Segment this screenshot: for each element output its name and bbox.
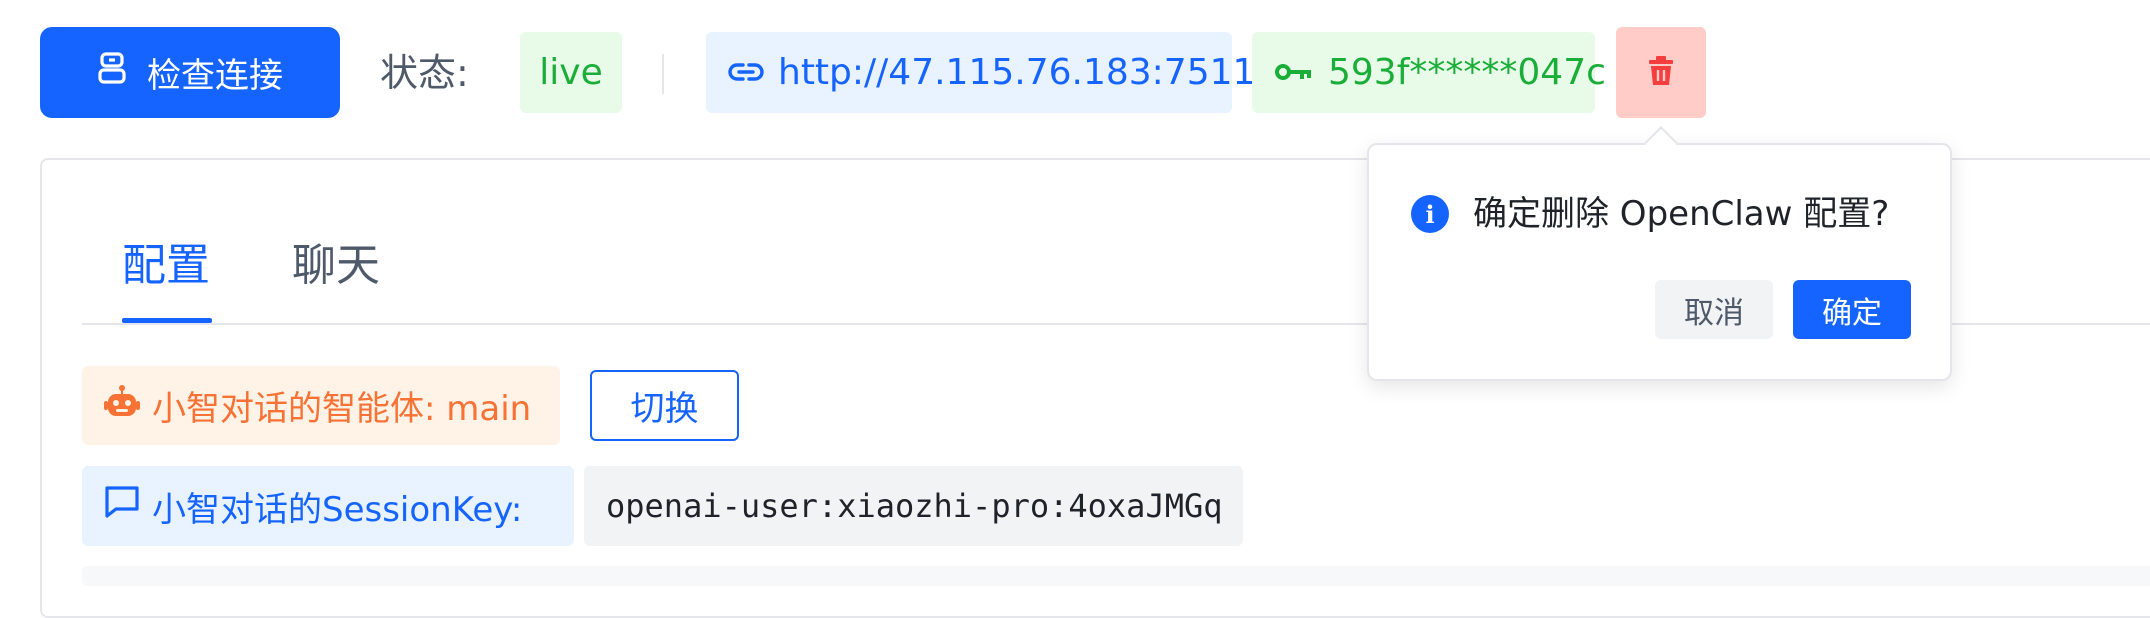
url-tag: http://47.115.76.183:7511 — [706, 32, 1255, 113]
key-text: 593f******047c — [1328, 52, 1606, 93]
session-key-tag: 小智对话的SessionKey: — [82, 466, 574, 546]
tab-config[interactable]: 配置 — [122, 236, 210, 296]
info-icon: i — [1411, 195, 1449, 233]
switch-label: 切换 — [630, 389, 699, 429]
delete-button[interactable] — [1616, 27, 1706, 118]
agent-label: 小智对话的智能体: main — [152, 389, 532, 429]
popconfirm-message: 确定删除 OpenClaw 配置? — [1473, 194, 1890, 234]
link-icon — [728, 52, 764, 93]
session-key-label: 小智对话的SessionKey: — [152, 489, 523, 530]
content-panel-top — [82, 566, 2150, 586]
toolbar-divider — [662, 54, 664, 94]
robot-icon — [97, 51, 127, 94]
switch-agent-button[interactable]: 切换 — [590, 370, 739, 441]
key-tag: 593f******047c — [1252, 32, 1606, 113]
agent-tag: 小智对话的智能体: main — [82, 366, 560, 445]
check-connection-button[interactable]: 检查连接 — [40, 27, 340, 118]
delete-popconfirm: i 确定删除 OpenClaw 配置? 取消 确定 — [1367, 143, 1952, 381]
status-label: 状态: — [380, 51, 469, 95]
session-key-value: openai-user:xiaozhi-pro:4oxaJMGq — [584, 466, 1243, 546]
url-text: http://47.115.76.183:7511 — [778, 52, 1256, 93]
message-icon — [104, 485, 140, 528]
confirm-label: 确定 — [1822, 295, 1882, 331]
robot-icon — [104, 384, 140, 427]
confirm-button[interactable]: 确定 — [1793, 280, 1911, 339]
key-icon — [1274, 52, 1314, 93]
check-connection-label: 检查连接 — [147, 56, 283, 96]
cancel-button[interactable]: 取消 — [1655, 280, 1773, 339]
status-value: live — [539, 52, 603, 93]
status-badge: live — [520, 32, 622, 113]
tab-chat[interactable]: 聊天 — [292, 236, 380, 296]
trash-icon — [1647, 55, 1675, 91]
active-tab-indicator — [122, 318, 212, 323]
cancel-label: 取消 — [1684, 295, 1744, 331]
